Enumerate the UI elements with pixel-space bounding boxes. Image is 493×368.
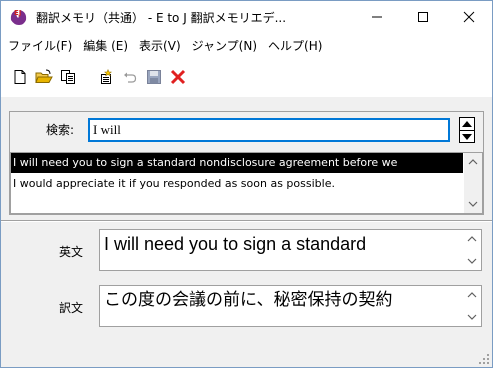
undo-button[interactable] [118, 65, 142, 89]
results-scrollbar[interactable] [464, 153, 482, 213]
resize-grip-icon[interactable] [478, 353, 490, 365]
menu-file[interactable]: ファイル(F) [3, 37, 78, 54]
new-entry-button[interactable] [94, 65, 118, 89]
translation-scrollbar[interactable] [463, 286, 481, 326]
menu-edit[interactable]: 編集 (E) [78, 37, 134, 54]
new-document-icon [14, 70, 26, 84]
scroll-down-button[interactable] [464, 195, 482, 213]
chevron-up-icon [467, 292, 477, 298]
chevron-up-icon [467, 236, 477, 242]
open-folder-icon [35, 69, 53, 83]
list-item[interactable]: I would appreciate it if you responded a… [11, 174, 463, 194]
menu-jump[interactable]: ジャンプ(N) [187, 37, 263, 54]
copy-icon [61, 70, 75, 84]
list-item[interactable]: I will need you to sign a standard nondi… [11, 153, 463, 173]
new-entry-icon [101, 69, 113, 84]
english-scroll-up[interactable] [463, 230, 481, 248]
english-scroll-down[interactable] [463, 252, 481, 270]
menu-bar: ファイル(F) 編集 (E) 表示(V) ジャンプ(N) ヘルプ(H) [1, 33, 492, 57]
spin-down-button[interactable] [460, 131, 474, 143]
translation-text[interactable]: この度の会議の前に、秘密保持の契約 [104, 288, 459, 312]
undo-icon [124, 72, 137, 83]
open-folder-button[interactable] [32, 65, 56, 89]
translation-scroll-up[interactable] [463, 286, 481, 304]
search-group: 検索: I will need you to sign a standard n… [9, 111, 484, 215]
search-input[interactable] [88, 118, 450, 142]
app-logo-icon[interactable]: EJ [8, 6, 30, 28]
svg-text:EJ: EJ [14, 9, 21, 17]
english-label: 英文 [59, 245, 84, 259]
spin-down-icon [462, 134, 472, 140]
save-button[interactable] [142, 65, 166, 89]
search-label: 検索: [46, 123, 75, 137]
spin-up-icon [462, 121, 472, 127]
menu-view[interactable]: 表示(V) [134, 37, 187, 54]
english-field[interactable]: I will need you to sign a standard [99, 229, 482, 271]
chevron-down-icon [467, 314, 477, 320]
new-document-button[interactable] [8, 65, 32, 89]
toolbar [1, 57, 492, 97]
close-icon [463, 11, 475, 23]
translation-field[interactable]: この度の会議の前に、秘密保持の契約 [99, 285, 482, 327]
delete-button[interactable] [166, 65, 190, 89]
app-window: EJ 翻訳メモリ（共通） - E to J 翻訳メモリエデ... ファイル(F)… [0, 0, 493, 368]
status-bar [1, 345, 492, 367]
menu-help[interactable]: ヘルプ(H) [263, 37, 328, 54]
english-scrollbar[interactable] [463, 230, 481, 270]
chevron-down-icon [467, 258, 477, 264]
chevron-up-icon [468, 159, 478, 165]
translation-scroll-down[interactable] [463, 308, 481, 326]
translation-label: 訳文 [59, 301, 84, 315]
close-button[interactable] [446, 1, 492, 33]
copy-button[interactable] [56, 65, 80, 89]
chevron-down-icon [468, 201, 478, 207]
english-text[interactable]: I will need you to sign a standard [104, 232, 459, 256]
minimize-icon [372, 16, 382, 18]
minimize-button[interactable] [354, 1, 400, 33]
results-list[interactable]: I will need you to sign a standard nondi… [10, 152, 483, 214]
delete-icon [170, 69, 186, 85]
title-bar: EJ 翻訳メモリ（共通） - E to J 翻訳メモリエデ... [1, 1, 492, 33]
save-icon [147, 70, 161, 84]
spin-up-button[interactable] [460, 118, 474, 130]
section-divider [1, 220, 492, 222]
maximize-button[interactable] [400, 1, 446, 33]
scroll-up-button[interactable] [464, 153, 482, 171]
maximize-icon [418, 12, 428, 22]
window-title: 翻訳メモリ（共通） - E to J 翻訳メモリエデ... [36, 10, 287, 25]
search-spinner[interactable] [459, 117, 475, 143]
